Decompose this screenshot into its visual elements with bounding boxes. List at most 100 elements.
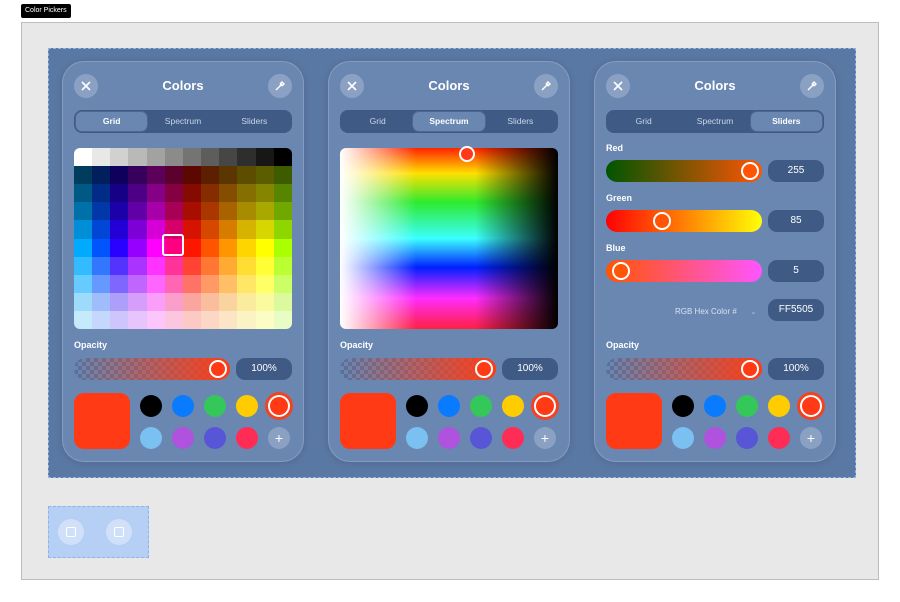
grid-color-cell[interactable] bbox=[128, 148, 147, 167]
grid-color-cell[interactable] bbox=[201, 292, 220, 311]
tab-sliders[interactable]: Sliders bbox=[219, 112, 290, 131]
grid-color-cell[interactable] bbox=[219, 292, 238, 311]
grid-color-cell[interactable] bbox=[273, 310, 292, 329]
grid-color-cell[interactable] bbox=[74, 148, 93, 167]
grid-color-cell[interactable] bbox=[146, 256, 165, 275]
grid-color-cell[interactable] bbox=[201, 274, 220, 293]
grid-color-cell[interactable] bbox=[164, 310, 183, 329]
swatch-yellow[interactable] bbox=[236, 395, 258, 417]
grid-color-cell[interactable] bbox=[219, 166, 238, 185]
mini-square-button[interactable] bbox=[58, 519, 84, 545]
grid-color-cell[interactable] bbox=[219, 274, 238, 293]
grid-color-cell[interactable] bbox=[110, 220, 129, 239]
grid-color-cell[interactable] bbox=[110, 256, 129, 275]
grid-color-cell[interactable] bbox=[146, 292, 165, 311]
grid-color-cell[interactable] bbox=[201, 256, 220, 275]
grid-color-cell[interactable] bbox=[201, 202, 220, 221]
red-slider[interactable] bbox=[606, 160, 762, 182]
swatch-black[interactable] bbox=[672, 395, 694, 417]
grid-color-cell[interactable] bbox=[273, 202, 292, 221]
mini-square-button[interactable] bbox=[106, 519, 132, 545]
eyedropper-button[interactable] bbox=[534, 74, 558, 98]
grid-color-cell[interactable] bbox=[92, 148, 111, 167]
grid-color-cell[interactable] bbox=[237, 310, 256, 329]
swatch-indigo[interactable] bbox=[204, 427, 226, 449]
swatch-orange-selected[interactable] bbox=[534, 395, 556, 417]
eyedropper-button[interactable] bbox=[268, 74, 292, 98]
grid-color-cell[interactable] bbox=[182, 238, 202, 257]
grid-color-cell[interactable] bbox=[164, 274, 183, 293]
grid-color-cell[interactable] bbox=[182, 166, 202, 185]
grid-color-cell[interactable] bbox=[74, 310, 93, 329]
swatch-orange-selected[interactable] bbox=[268, 395, 290, 417]
grid-color-cell[interactable] bbox=[128, 274, 147, 293]
tab-grid[interactable]: Grid bbox=[342, 112, 413, 131]
grid-color-cell[interactable] bbox=[128, 166, 147, 185]
grid-color-cell[interactable] bbox=[146, 310, 165, 329]
grid-color-cell[interactable] bbox=[128, 184, 147, 203]
grid-color-cell[interactable] bbox=[237, 274, 256, 293]
grid-color-cell[interactable] bbox=[74, 292, 93, 311]
grid-color-cell[interactable] bbox=[273, 256, 292, 275]
grid-color-cell[interactable] bbox=[110, 148, 129, 167]
grid-color-cell[interactable] bbox=[74, 238, 93, 257]
opacity-value[interactable]: 100% bbox=[768, 358, 824, 380]
swatch-blue[interactable] bbox=[438, 395, 460, 417]
grid-color-cell[interactable] bbox=[164, 256, 183, 275]
swatch-black[interactable] bbox=[406, 395, 428, 417]
grid-color-cell[interactable] bbox=[219, 256, 238, 275]
grid-color-cell[interactable] bbox=[255, 184, 274, 203]
grid-color-cell[interactable] bbox=[110, 274, 129, 293]
grid-color-cell[interactable] bbox=[255, 166, 274, 185]
grid-color-cell[interactable] bbox=[74, 274, 93, 293]
grid-color-cell[interactable] bbox=[255, 238, 274, 257]
grid-color-cell[interactable] bbox=[110, 202, 129, 221]
swatch-purple[interactable] bbox=[172, 427, 194, 449]
grid-color-cell[interactable] bbox=[110, 184, 129, 203]
grid-color-cell[interactable] bbox=[182, 256, 202, 275]
tab-spectrum[interactable]: Spectrum bbox=[679, 112, 750, 131]
swatch-pink[interactable] bbox=[502, 427, 524, 449]
grid-color-cell[interactable] bbox=[237, 256, 256, 275]
grid-color-cell[interactable] bbox=[273, 292, 292, 311]
grid-color-cell[interactable] bbox=[237, 202, 256, 221]
red-value[interactable]: 255 bbox=[768, 160, 824, 182]
swatch-blue[interactable] bbox=[172, 395, 194, 417]
grid-color-cell[interactable] bbox=[128, 256, 147, 275]
red-knob[interactable] bbox=[741, 162, 759, 180]
grid-color-cell[interactable] bbox=[201, 238, 220, 257]
grid-color-cell[interactable] bbox=[92, 292, 111, 311]
swatch-light-blue[interactable] bbox=[406, 427, 428, 449]
blue-knob[interactable] bbox=[612, 262, 630, 280]
opacity-knob[interactable] bbox=[741, 360, 759, 378]
grid-color-cell[interactable] bbox=[164, 184, 183, 203]
grid-color-cell[interactable] bbox=[128, 310, 147, 329]
grid-color-cell[interactable] bbox=[201, 184, 220, 203]
swatch-green[interactable] bbox=[736, 395, 758, 417]
grid-color-cell[interactable] bbox=[219, 310, 238, 329]
chevron-down-icon[interactable]: ⌄ bbox=[750, 307, 757, 316]
grid-color-cell[interactable] bbox=[74, 184, 93, 203]
grid-color-cell[interactable] bbox=[146, 274, 165, 293]
grid-color-cell[interactable] bbox=[128, 220, 147, 239]
grid-color-cell[interactable] bbox=[164, 166, 183, 185]
swatch-yellow[interactable] bbox=[502, 395, 524, 417]
grid-color-cell[interactable] bbox=[255, 256, 274, 275]
tab-sliders[interactable]: Sliders bbox=[750, 112, 822, 131]
grid-color-cell[interactable] bbox=[92, 184, 111, 203]
opacity-knob[interactable] bbox=[475, 360, 493, 378]
grid-color-cell[interactable] bbox=[182, 184, 202, 203]
grid-color-cell[interactable] bbox=[182, 274, 202, 293]
spectrum-handle[interactable] bbox=[459, 146, 475, 162]
hex-format-label[interactable]: RGB Hex Color # bbox=[675, 307, 737, 316]
tab-spectrum[interactable]: Spectrum bbox=[413, 112, 485, 131]
grid-color-cell[interactable] bbox=[92, 310, 111, 329]
grid-color-cell[interactable] bbox=[273, 148, 292, 167]
grid-color-cell[interactable] bbox=[182, 292, 202, 311]
opacity-slider[interactable] bbox=[340, 358, 496, 380]
opacity-value[interactable]: 100% bbox=[236, 358, 292, 380]
swatch-orange-selected[interactable] bbox=[800, 395, 822, 417]
opacity-value[interactable]: 100% bbox=[502, 358, 558, 380]
grid-color-cell[interactable] bbox=[146, 148, 165, 167]
swatch-black[interactable] bbox=[140, 395, 162, 417]
